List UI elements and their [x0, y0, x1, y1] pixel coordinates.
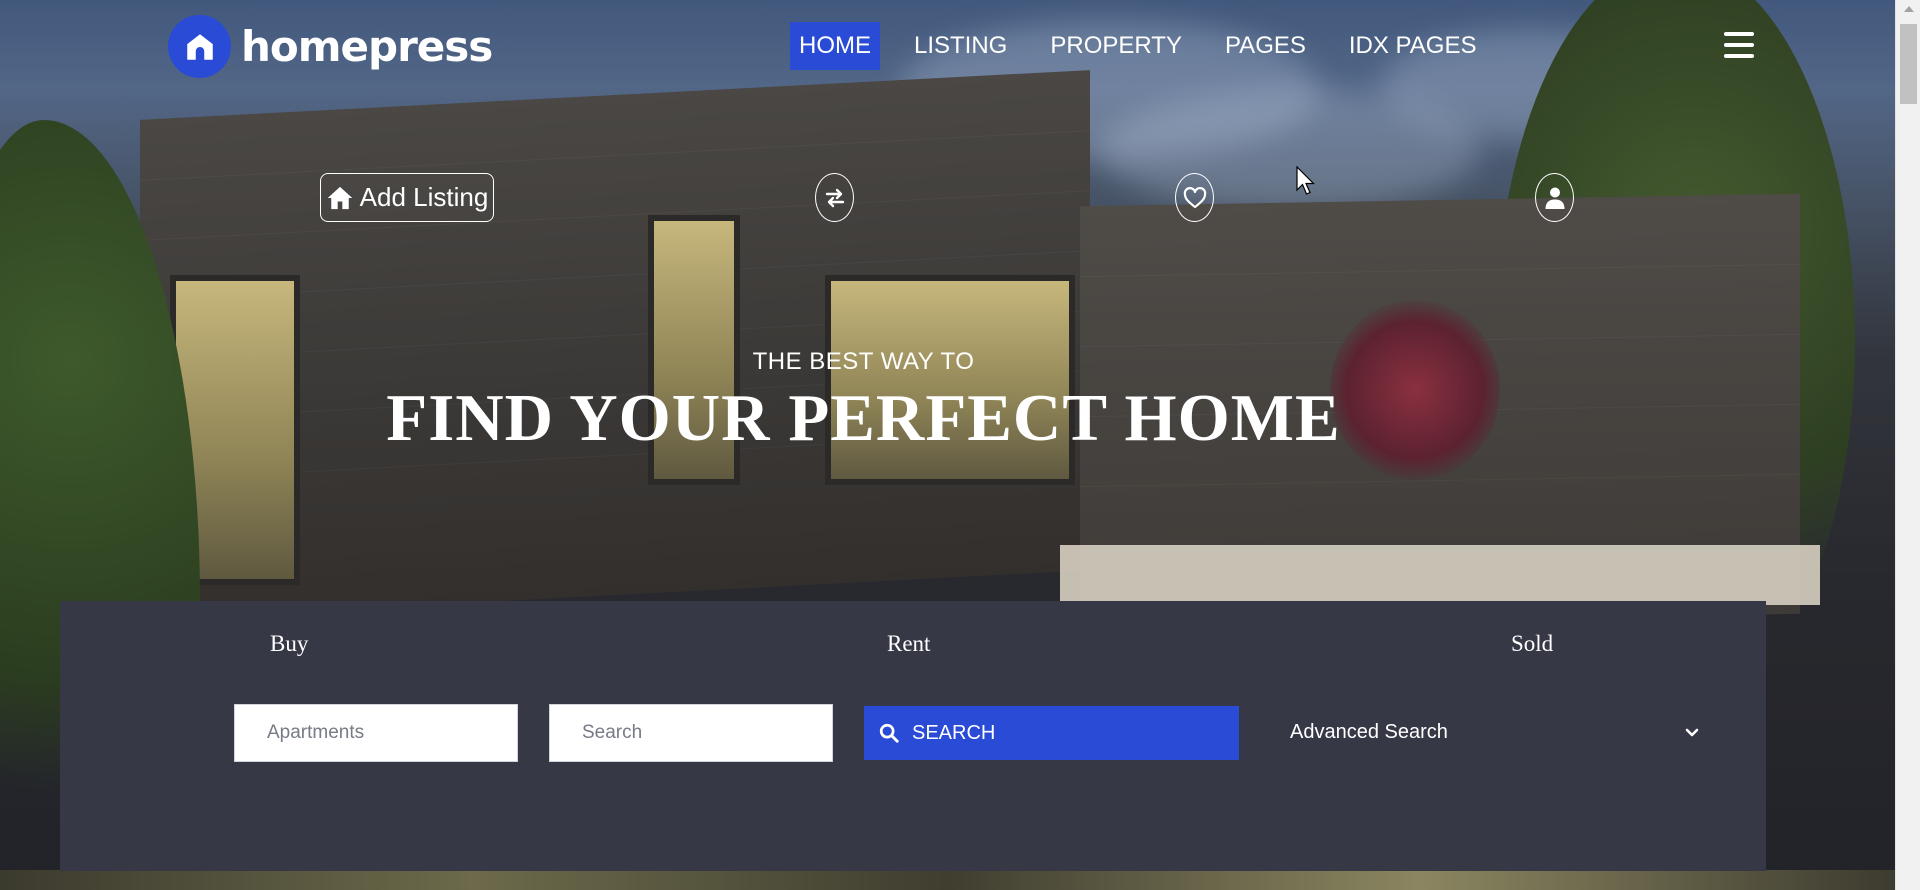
mouse-cursor-icon — [1296, 166, 1315, 195]
hamburger-icon[interactable] — [1724, 32, 1754, 58]
home-icon — [327, 186, 352, 209]
hero-headline: FIND YOUR PERFECT HOME — [386, 381, 1341, 455]
nav-item-home[interactable]: HOME — [790, 22, 880, 70]
advanced-search-toggle[interactable]: Advanced Search — [1290, 721, 1700, 744]
chevron-down-icon — [1685, 728, 1699, 736]
hero-tagline: THE BEST WAY TO — [752, 348, 975, 375]
property-type-field[interactable]: Apartments — [234, 704, 518, 762]
page-scrollbar[interactable] — [1895, 0, 1920, 890]
search-button-label: SEARCH — [912, 721, 996, 744]
brand-logo[interactable]: homepress — [168, 15, 493, 78]
add-listing-label: Add Listing — [359, 182, 489, 212]
brand-name: homepress — [241, 22, 493, 71]
favorites-button[interactable] — [1175, 173, 1214, 222]
house-logo-icon — [168, 15, 231, 78]
search-icon — [879, 723, 899, 743]
scroll-thumb[interactable] — [1900, 24, 1917, 104]
tab-buy[interactable]: Buy — [270, 631, 308, 657]
nav-item-listing[interactable]: LISTING — [905, 22, 1016, 70]
search-panel: Buy Rent Sold Apartments Search SEARCH A… — [60, 601, 1766, 871]
main-nav: HOME LISTING PROPERTY PAGES IDX PAGES — [790, 22, 1510, 70]
add-listing-button[interactable]: Add Listing — [320, 173, 494, 222]
search-button[interactable]: SEARCH — [864, 706, 1239, 760]
tab-sold[interactable]: Sold — [1511, 631, 1553, 657]
tab-rent[interactable]: Rent — [887, 631, 930, 657]
compare-icon — [825, 188, 844, 207]
heart-icon — [1183, 186, 1206, 208]
nav-item-property[interactable]: PROPERTY — [1041, 22, 1191, 70]
advanced-search-label: Advanced Search — [1290, 721, 1448, 743]
user-icon — [1545, 187, 1564, 209]
nav-item-pages[interactable]: PAGES — [1216, 22, 1315, 70]
search-input[interactable]: Search — [549, 704, 833, 762]
nav-item-idx-pages[interactable]: IDX PAGES — [1340, 22, 1486, 70]
scroll-up-arrow-icon[interactable] — [1904, 6, 1914, 12]
site-header: homepress HOME LISTING PROPERTY PAGES ID… — [0, 0, 1895, 95]
compare-button[interactable] — [815, 173, 854, 222]
account-button[interactable] — [1535, 173, 1574, 222]
